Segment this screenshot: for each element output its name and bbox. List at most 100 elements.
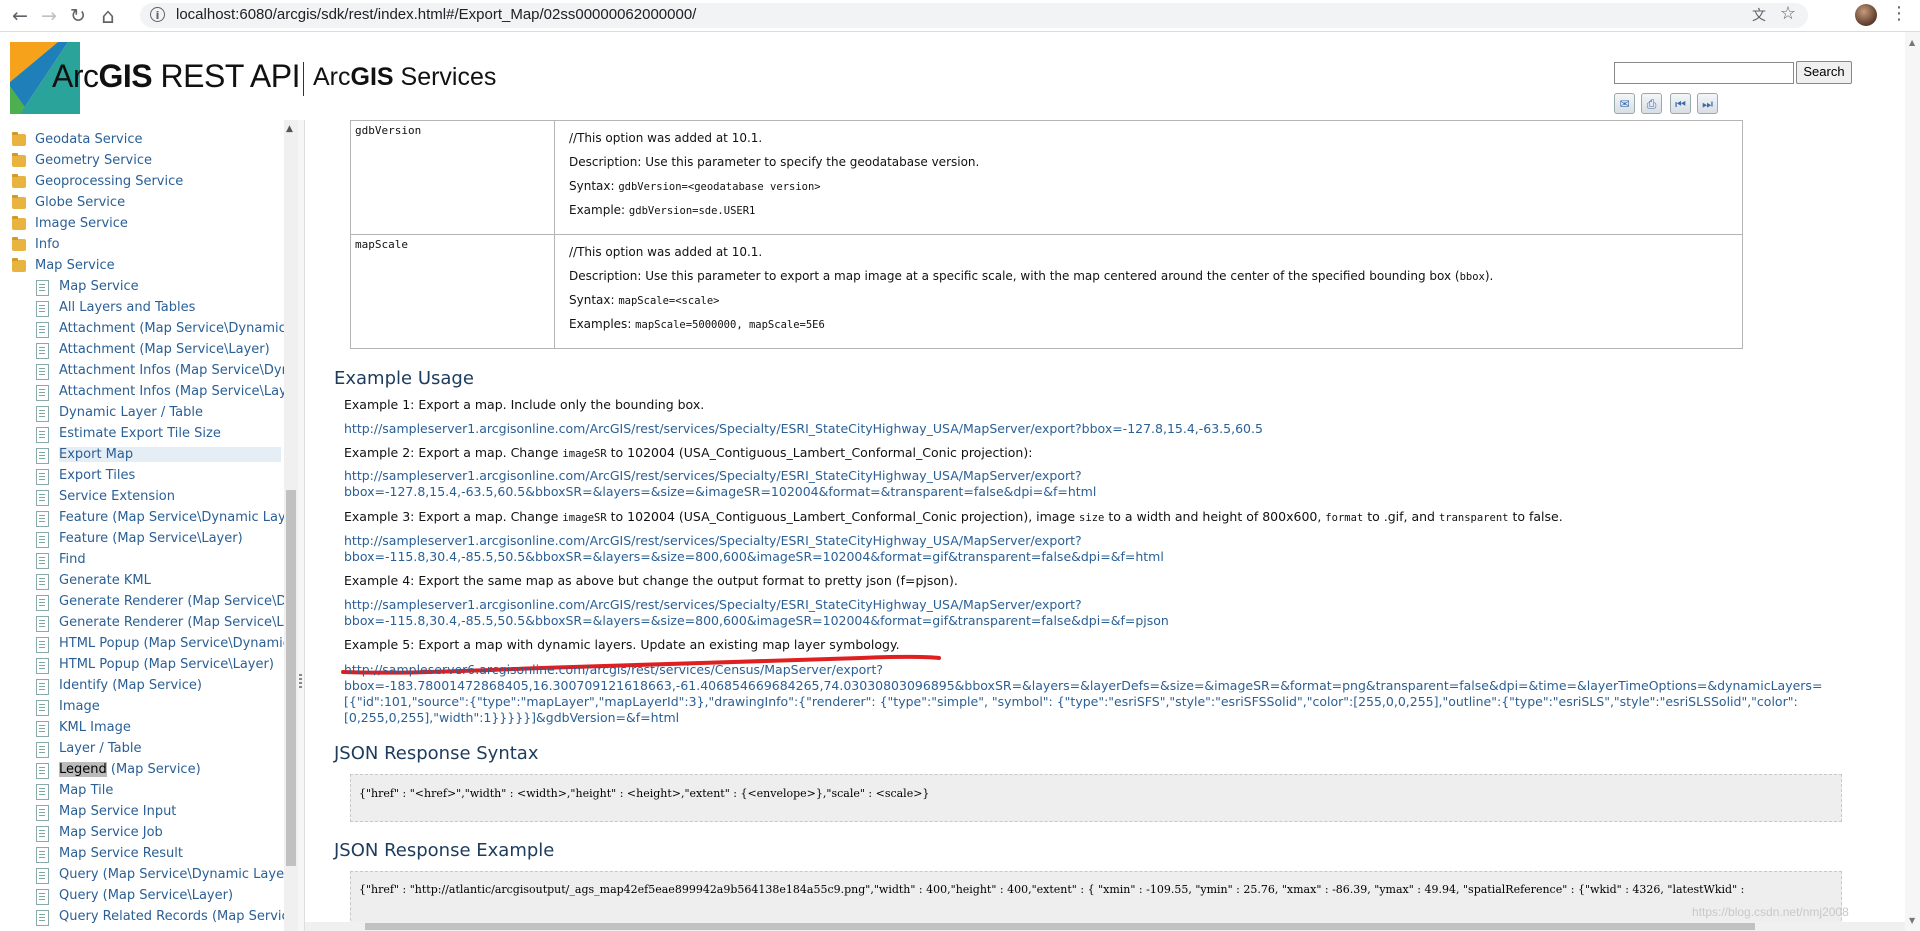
next-page-icon[interactable]: ⏭ [1697, 93, 1718, 114]
sidebar-item-label[interactable]: Layer / Table [59, 741, 146, 756]
param-example: Example: gdbVersion=sde.USER1 [569, 203, 756, 217]
sidebar-item-label[interactable]: Legend (Map Service) [59, 762, 205, 777]
sidebar-item-label[interactable]: Map Service Job [59, 825, 167, 840]
back-icon[interactable]: ← [8, 4, 32, 28]
scroll-up-icon[interactable]: ▲ [286, 124, 293, 134]
page-vertical-scrollbar[interactable]: ▲ ▼ [1905, 32, 1920, 931]
sidebar-item-label[interactable]: Generate Renderer (Map Service\Dyr [59, 594, 298, 609]
selected-text: Legend [59, 762, 107, 777]
main-content: gdbVersion //This option was added at 10… [305, 120, 1905, 931]
sidebar-item-label[interactable]: Attachment Infos (Map Service\Dyna [59, 363, 298, 378]
param-syntax: Syntax: mapScale=<scale> [569, 293, 720, 307]
example-1-link[interactable]: http://sampleserver1.arcgisonline.com/Ar… [344, 421, 1884, 437]
param-description: //This option was added at 10.1. Descrip… [554, 234, 1743, 349]
sidebar-item-label[interactable]: Export Map [59, 447, 281, 462]
sidebar-item-label[interactable]: Globe Service [35, 195, 129, 210]
sidebar-item-label[interactable]: Query Related Records (Map Service\ [59, 909, 298, 924]
example-5-link[interactable]: http://sampleserver6.arcgisonline.com/ar… [344, 662, 1884, 726]
translate-icon[interactable]: 文 [1752, 5, 1766, 25]
sidebar-item-label[interactable]: Attachment (Map Service\Layer) [59, 342, 274, 357]
sidebar-item-label[interactable]: All Layers and Tables [59, 300, 199, 315]
sidebar-item-label[interactable]: Map Tile [59, 783, 117, 798]
sidebar-item-label[interactable]: HTML Popup (Map Service\Layer) [59, 657, 278, 672]
panel-splitter[interactable] [298, 120, 305, 931]
folder-icon [12, 153, 26, 167]
document-icon [36, 805, 49, 821]
example-2-desc: Example 2: Export a map. Change imageSR … [344, 445, 1033, 460]
document-icon [36, 490, 49, 506]
horizontal-scroll-thumb[interactable] [365, 923, 1755, 930]
sidebar-item-label[interactable]: Feature (Map Service\Dynamic Layer [59, 510, 298, 525]
sidebar-item-label[interactable]: Find [59, 552, 90, 567]
print-icon[interactable]: ⎙ [1641, 93, 1662, 114]
scroll-up-icon[interactable]: ▲ [1909, 38, 1915, 47]
param-note: //This option was added at 10.1. [569, 245, 763, 259]
document-icon [36, 364, 49, 380]
sidebar-item-label[interactable]: Generate KML [59, 573, 155, 588]
email-icon[interactable]: ✉ [1614, 93, 1635, 114]
previous-page-icon[interactable]: ⏮ [1670, 93, 1691, 114]
sidebar-item-label[interactable]: Geometry Service [35, 153, 156, 168]
profile-avatar[interactable] [1855, 4, 1877, 26]
document-icon [36, 322, 49, 338]
sidebar-item-label[interactable]: Service Extension [59, 489, 179, 504]
search-button[interactable]: Search [1796, 61, 1852, 84]
sidebar-item-label[interactable]: Map Service [59, 279, 143, 294]
home-icon[interactable]: ⌂ [96, 4, 120, 28]
sidebar-item-label[interactable]: Query (Map Service\Layer) [59, 888, 237, 903]
browser-menu-icon[interactable]: ⋮ [1890, 3, 1908, 24]
sidebar-item-label[interactable]: Estimate Export Tile Size [59, 426, 225, 441]
address-bar[interactable]: i localhost:6080/arcgis/sdk/rest/index.h… [140, 3, 1808, 28]
url-text[interactable]: localhost:6080/arcgis/sdk/rest/index.htm… [176, 6, 696, 23]
param-syntax: Syntax: gdbVersion=<geodatabase version> [569, 179, 821, 193]
sidebar-item-label[interactable]: Dynamic Layer / Table [59, 405, 207, 420]
document-icon [36, 406, 49, 422]
sidebar-item-label[interactable]: Geoprocessing Service [35, 174, 187, 189]
json-syntax-heading: JSON Response Syntax [334, 743, 539, 764]
folder-icon [12, 132, 26, 146]
sidebar-item-label[interactable]: Attachment (Map Service\Dynamic L [59, 321, 298, 336]
folder-icon [12, 237, 26, 251]
sidebar-item-label[interactable]: Image Service [35, 216, 132, 231]
document-icon [36, 742, 49, 758]
example-2-link[interactable]: http://sampleserver1.arcgisonline.com/Ar… [344, 468, 1884, 500]
content-horizontal-scrollbar[interactable] [305, 922, 1905, 931]
table-row: gdbVersion //This option was added at 10… [350, 120, 1743, 235]
sidebar-item-label[interactable]: Map Service Result [59, 846, 187, 861]
document-icon [36, 343, 49, 359]
services-title: ArcGIS Services [313, 63, 497, 91]
sidebar-item-label[interactable]: Info [35, 237, 64, 252]
search-input[interactable] [1614, 62, 1794, 84]
forward-icon[interactable]: → [37, 4, 61, 28]
sidebar-item-label[interactable]: Image [59, 699, 104, 714]
example-3-link[interactable]: http://sampleserver1.arcgisonline.com/Ar… [344, 533, 1884, 565]
sidebar-item-label[interactable]: Identify (Map Service) [59, 678, 206, 693]
sidebar-item-label[interactable]: Query (Map Service\Dynamic Layer) [59, 867, 298, 882]
sidebar-item-label[interactable]: HTML Popup (Map Service\Dynamic L [59, 636, 298, 651]
sidebar-item-label[interactable]: Attachment Infos (Map Service\Layer [59, 384, 298, 399]
sidebar-item-label[interactable]: Geodata Service [35, 132, 147, 147]
document-icon [36, 574, 49, 590]
browser-toolbar: ← → ↻ ⌂ i localhost:6080/arcgis/sdk/rest… [0, 0, 1920, 32]
sidebar-item-label[interactable]: KML Image [59, 720, 135, 735]
param-description: //This option was added at 10.1. Descrip… [554, 120, 1743, 235]
sidebar-item-label[interactable]: Map Service Input [59, 804, 180, 819]
param-example: Examples: mapScale=5000000, mapScale=5E6 [569, 317, 825, 331]
example-3-desc: Example 3: Export a map. Change imageSR … [344, 509, 1563, 524]
scroll-down-icon[interactable]: ▼ [1909, 916, 1915, 925]
bookmark-star-icon[interactable]: ☆ [1780, 3, 1796, 24]
reload-icon[interactable]: ↻ [66, 4, 90, 28]
sidebar-item-label[interactable]: Map Service [35, 258, 119, 273]
document-icon [36, 679, 49, 695]
param-name: mapScale [350, 234, 555, 349]
splitter-grip-icon[interactable] [299, 674, 302, 690]
info-icon[interactable]: i [150, 7, 165, 22]
sidebar-item-label[interactable]: Generate Renderer (Map Service\Lay [59, 615, 298, 630]
document-icon [36, 532, 49, 548]
folder-icon [12, 216, 26, 230]
sidebar-scroll-thumb[interactable] [286, 490, 296, 866]
sidebar-item-label[interactable]: Export Tiles [59, 468, 139, 483]
sidebar-item-label[interactable]: Feature (Map Service\Layer) [59, 531, 247, 546]
document-icon [36, 448, 49, 464]
example-4-link[interactable]: http://sampleserver1.arcgisonline.com/Ar… [344, 597, 1884, 629]
